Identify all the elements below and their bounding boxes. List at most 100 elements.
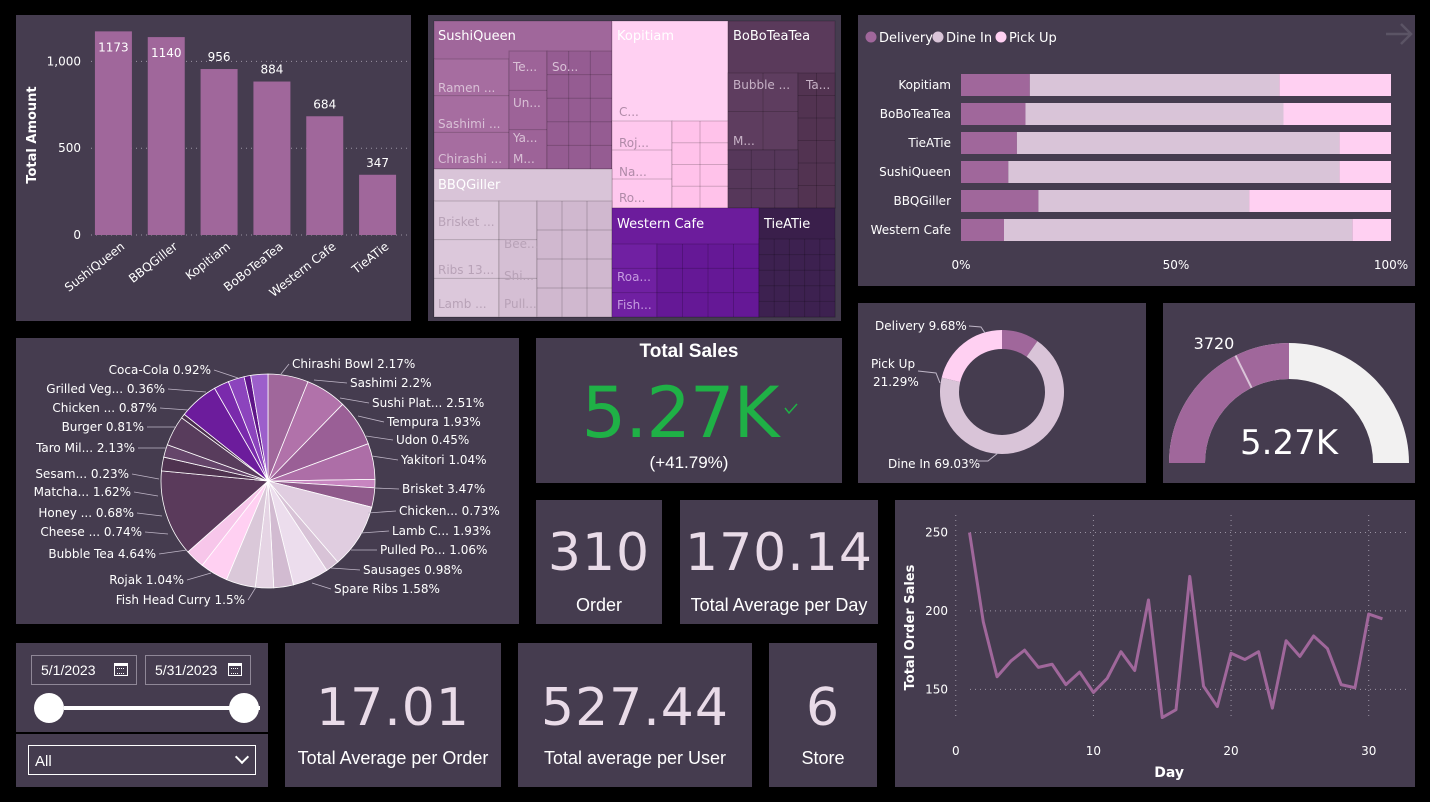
bar-bbqgiller	[147, 37, 185, 235]
treemap-label: Ta...	[805, 78, 830, 92]
leader-line	[313, 379, 348, 384]
data-label: 884	[260, 63, 283, 77]
end-date-input[interactable]: 5/31/2023	[145, 655, 251, 685]
order-type-stacked-chart[interactable]: Delivery Dine In Pick Up Kopitiam BoBoTeaTea…	[858, 15, 1415, 286]
leader-line	[357, 415, 385, 423]
treemap-label: Un...	[513, 96, 541, 110]
treemap-label: Te...	[512, 60, 537, 74]
data-label: 684	[313, 97, 336, 111]
data-label: 21.29%	[873, 375, 919, 389]
data-label: 347	[366, 156, 389, 170]
y-tick-label: 200	[925, 604, 948, 618]
avg-per-order-card: 17.01 Total Average per Order	[285, 643, 501, 787]
start-date-value: 5/1/2023	[41, 662, 96, 678]
daily-sales-line-panel: 150 200 250 0 10 20 30 Day Total Order Sales	[895, 500, 1415, 787]
data-label: Grilled Veg... 0.36%	[46, 382, 165, 396]
data-label: Yakitori 1.04%	[400, 453, 487, 467]
start-date-input[interactable]: 5/1/2023	[31, 655, 137, 685]
y-tick-label: SushiQueen	[879, 165, 951, 179]
data-label: Spare Ribs 1.58%	[334, 582, 440, 596]
y-tick-label: Kopitiam	[898, 78, 951, 92]
leader-line	[360, 530, 390, 534]
data-label: Sausages 0.98%	[363, 563, 462, 577]
treemap-label: M...	[513, 152, 535, 166]
slider-end-handle[interactable]	[229, 693, 259, 723]
bar-segment-delivery	[961, 161, 1009, 183]
x-tick-label: 10	[1086, 744, 1101, 758]
end-date-value: 5/31/2023	[155, 662, 218, 678]
y-tick-label: BBQGiller	[893, 194, 951, 208]
data-label: Bubble Tea 4.64%	[48, 547, 156, 561]
x-tick-label: 0	[952, 744, 960, 758]
store-count-value: 6	[805, 678, 841, 738]
product-pie-chart[interactable]: Chirashi Bowl 2.17% Sashimi 2.2% Sushi Pla…	[16, 338, 519, 624]
total-sales-kpi: Total Sales 5.27K (+41.79%)	[536, 338, 842, 483]
legend-marker-dine-in	[932, 31, 944, 43]
calendar-icon[interactable]	[114, 663, 128, 676]
x-tick-label: TieATie	[348, 239, 391, 277]
sales-gauge[interactable]: 3720 5.27K	[1163, 303, 1415, 483]
x-tick-label: SushiQueen	[62, 239, 127, 294]
leader-line	[373, 487, 400, 490]
bar-segment-delivery	[961, 132, 1017, 154]
y-tick-label: Western Cafe	[871, 223, 951, 237]
treemap-label: Sashimi ...	[438, 117, 500, 131]
store-filter-value: All	[35, 753, 52, 770]
treemap-label: Ramen ...	[438, 81, 495, 95]
treemap-label: Na...	[619, 165, 647, 179]
data-label: 1140	[151, 46, 182, 60]
total-sales-title: Total Sales	[639, 341, 739, 362]
treemap-boboteatea-items	[727, 149, 799, 209]
total-sales-value: 5.27K	[581, 372, 780, 454]
data-label: Burger 0.81%	[62, 420, 144, 434]
x-tick-label: 0%	[951, 258, 970, 272]
leader-line	[339, 397, 370, 404]
data-label: Tempura 1.93%	[386, 415, 481, 429]
treemap-label: Ribs 13...	[438, 263, 494, 277]
data-label: Delivery 9.68%	[875, 319, 967, 333]
legend-label: Pick Up	[1009, 31, 1057, 46]
bar-segment-pick-up	[1283, 103, 1391, 125]
treemap-label: So...	[552, 60, 578, 74]
data-label: Sushi Plat... 2.51%	[372, 396, 484, 410]
chevron-down-icon[interactable]	[234, 749, 250, 765]
avg-per-user-value: 527.44	[541, 678, 729, 738]
slider-start-handle[interactable]	[34, 693, 64, 723]
legend-marker-pick-up	[995, 31, 1007, 43]
store-slicer-panel: All	[16, 734, 268, 787]
date-slicer-panel: 5/1/2023 5/31/2023	[16, 643, 268, 732]
x-tick-label: 20	[1223, 744, 1238, 758]
store-count-card: 6 Store	[769, 643, 877, 787]
treemap-label: BBQGiller	[438, 178, 501, 193]
avg-per-order-label: Total Average per Order	[297, 748, 489, 768]
leader-line	[977, 452, 999, 462]
treemap-label: Ro...	[619, 191, 645, 205]
total-sales-change: (+41.79%)	[649, 453, 729, 472]
treemap-label: Pull...	[504, 297, 537, 311]
calendar-icon[interactable]	[228, 663, 242, 676]
y-tick-label: 250	[925, 526, 948, 540]
leader-line	[144, 531, 169, 535]
leader-line	[371, 455, 399, 461]
bar-segment-delivery	[961, 74, 1030, 96]
bar-tieatie	[359, 174, 397, 235]
store-bar-chart[interactable]: 0 500 1,000 Total Amount 1173 SushiQueen 1140 B…	[16, 15, 411, 321]
leader-line	[311, 582, 332, 590]
data-label: Taro Mil... 2.13%	[35, 441, 135, 455]
data-label: Sesam... 0.23%	[35, 467, 129, 481]
order-type-donut-chart[interactable]: Delivery 9.68% Pick Up 21.29% Dine In 69.03…	[858, 303, 1146, 483]
bar-segment-delivery	[961, 103, 1026, 125]
product-treemap[interactable]: SushiQueen Te... So... Ramen ... Un... Sashim…	[428, 15, 841, 321]
leader-line	[136, 512, 163, 517]
treemap-label: Shi...	[504, 269, 534, 283]
leader-line	[280, 363, 290, 375]
treemap-label: Lamb ...	[438, 297, 487, 311]
store-filter-dropdown[interactable]: All	[28, 745, 256, 775]
treemap-label: C...	[619, 105, 639, 119]
daily-sales-line-chart[interactable]: 150 200 250 0 10 20 30 Day Total Order Sales	[895, 500, 1415, 787]
y-axis-title: Total Amount	[25, 86, 40, 183]
treemap-tieatie-items	[758, 238, 836, 318]
y-tick-label: 150	[925, 682, 948, 696]
x-tick-label: 30	[1361, 744, 1376, 758]
order-card: 310 Order	[536, 500, 662, 624]
